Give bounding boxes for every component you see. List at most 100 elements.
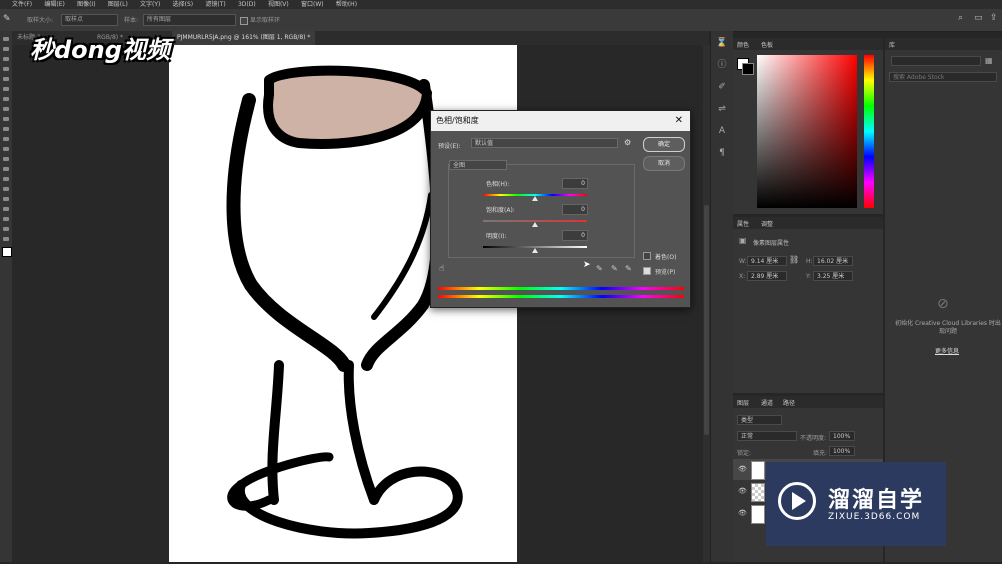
close-icon[interactable]: ✕ [675, 111, 683, 131]
blur-tool-icon[interactable] [3, 157, 9, 161]
adjust-icon[interactable]: ⇌ [716, 103, 728, 115]
tab-active-document[interactable]: PJMMURLR5JA.png @ 161% (图层 1, RGB/8) * [172, 31, 316, 45]
share-icon[interactable]: ⇪ [990, 13, 998, 23]
eraser-tool-icon[interactable] [3, 137, 9, 141]
library-dropdown[interactable] [891, 56, 981, 66]
search-icon[interactable]: ⌕ [958, 13, 963, 23]
preview-checkbox[interactable] [643, 267, 651, 275]
blend-mode-select[interactable]: 正常 [737, 431, 797, 441]
type-tool-icon[interactable] [3, 187, 9, 191]
tab-library[interactable]: 库 [889, 40, 895, 49]
sample-size-select[interactable]: 取样点 [61, 14, 118, 26]
hand-tool-icon[interactable] [3, 217, 9, 221]
marquee-tool-icon[interactable] [3, 47, 9, 51]
fill-field[interactable]: 100% [829, 446, 855, 456]
watermark-url: ZIXUE.3D66.COM [828, 512, 921, 522]
paragraph-icon[interactable]: ¶ [716, 147, 728, 159]
color-field[interactable] [757, 55, 857, 208]
dodge-tool-icon[interactable] [3, 167, 9, 171]
eyedropper-tool-icon[interactable] [3, 87, 9, 91]
path-select-icon[interactable] [3, 197, 9, 201]
move-tool-icon[interactable] [3, 37, 9, 41]
brush-settings-icon[interactable]: ✐ [716, 81, 728, 93]
eye-icon[interactable]: 👁 [738, 509, 747, 517]
saturation-slider-handle[interactable] [532, 222, 538, 227]
h-label: H: [806, 258, 813, 265]
saturation-value-field[interactable]: 0 [562, 204, 588, 215]
stamp-tool-icon[interactable] [3, 117, 9, 121]
eye-icon[interactable]: 👁 [738, 487, 747, 495]
cancel-button[interactable]: 取消 [643, 156, 685, 171]
menu-view[interactable]: 视图(V) [268, 0, 289, 9]
more-tools-icon[interactable] [3, 237, 9, 241]
tab-layers[interactable]: 图层 [737, 398, 749, 407]
scroll-thumb[interactable] [704, 205, 709, 435]
tab-adjustments[interactable]: 调整 [761, 219, 773, 228]
hue-value-field[interactable]: 0 [562, 178, 588, 189]
menu-help[interactable]: 帮助(H) [336, 0, 357, 9]
hand-adjust-icon[interactable]: ☝ [439, 264, 444, 274]
canvas-vertical-scrollbar[interactable] [703, 45, 710, 562]
cc-more-info-link[interactable]: 更多信息 [935, 346, 959, 355]
dialog-titlebar[interactable]: 色相/饱和度 ✕ [431, 111, 690, 131]
tab-color[interactable]: 颜色 [737, 40, 749, 49]
zoom-tool-icon[interactable] [3, 227, 9, 231]
menu-file[interactable]: 文件(F) [12, 0, 32, 9]
tab-properties[interactable]: 属性 [737, 219, 749, 228]
lasso-tool-icon[interactable] [3, 57, 9, 61]
foreground-color-swatch[interactable] [2, 247, 12, 257]
y-field[interactable]: 3.25 厘米 [813, 271, 853, 281]
brush-tool-icon[interactable] [3, 107, 9, 111]
sample-select[interactable]: 所有图层 [143, 14, 236, 26]
lightness-slider-handle[interactable] [532, 248, 538, 253]
menu-filter[interactable]: 滤镜(T) [205, 0, 225, 9]
hue-label: 色相(H): [486, 181, 510, 188]
menu-image[interactable]: 图像(I) [77, 0, 95, 9]
hue-slider[interactable] [864, 55, 874, 208]
y-label: Y: [806, 273, 811, 280]
pen-tool-icon[interactable] [3, 177, 9, 181]
eyedropper-icon[interactable]: ✎ [596, 264, 603, 273]
menu-3d[interactable]: 3D(D) [238, 0, 256, 9]
show-ring-checkbox[interactable] [240, 17, 248, 25]
character-icon[interactable]: A [716, 125, 728, 137]
hue-slider-handle[interactable] [532, 196, 538, 201]
shape-tool-icon[interactable] [3, 207, 9, 211]
colorize-checkbox[interactable] [643, 252, 651, 260]
eye-icon[interactable]: 👁 [738, 465, 747, 473]
history-icon[interactable]: ⌛ [716, 37, 728, 49]
bg-color-swatch[interactable] [742, 63, 754, 75]
info-icon[interactable]: ⓘ [716, 59, 728, 71]
layer-filter-select[interactable]: 类型 [737, 415, 782, 425]
heal-tool-icon[interactable] [3, 97, 9, 101]
gear-icon[interactable]: ⚙ [624, 138, 631, 147]
width-field[interactable]: 9.14 厘米 [747, 256, 787, 266]
stock-search-input[interactable]: 搜索 Adobe Stock [889, 72, 997, 82]
menu-window[interactable]: 窗口(W) [301, 0, 324, 9]
lightness-value-field[interactable]: 0 [562, 230, 588, 241]
x-field[interactable]: 2.89 厘米 [747, 271, 787, 281]
link-icon[interactable]: ⛓ [789, 255, 799, 264]
eyedropper-minus-icon[interactable]: ✎ [625, 264, 632, 273]
preset-select[interactable]: 默认值 [471, 138, 618, 148]
gradient-tool-icon[interactable] [3, 147, 9, 151]
tab-channels[interactable]: 通道 [761, 398, 773, 407]
quick-select-tool-icon[interactable] [3, 67, 9, 71]
cc-error-message: 初始化 Creative Cloud Libraries 时出现问题 [895, 320, 1001, 335]
height-field[interactable]: 16.02 厘米 [813, 256, 853, 266]
menu-type[interactable]: 文字(Y) [140, 0, 160, 9]
grid-view-icon[interactable]: ▦ [985, 56, 993, 65]
tab-swatches[interactable]: 色板 [761, 40, 773, 49]
crop-tool-icon[interactable] [3, 77, 9, 81]
menu-select[interactable]: 选择(S) [173, 0, 194, 9]
menu-layer[interactable]: 图层(L) [108, 0, 128, 9]
opacity-field[interactable]: 100% [829, 431, 855, 441]
channel-select[interactable]: 全图 [449, 160, 507, 170]
eyedropper-icon[interactable]: ✎ [3, 14, 11, 24]
menu-edit[interactable]: 编辑(E) [44, 0, 64, 9]
eyedropper-plus-icon[interactable]: ✎ [611, 264, 618, 273]
tab-paths[interactable]: 路径 [783, 398, 795, 407]
history-brush-icon[interactable] [3, 127, 9, 131]
workspace-icon[interactable]: ▭ [974, 13, 983, 23]
ok-button[interactable]: 确定 [643, 137, 685, 152]
